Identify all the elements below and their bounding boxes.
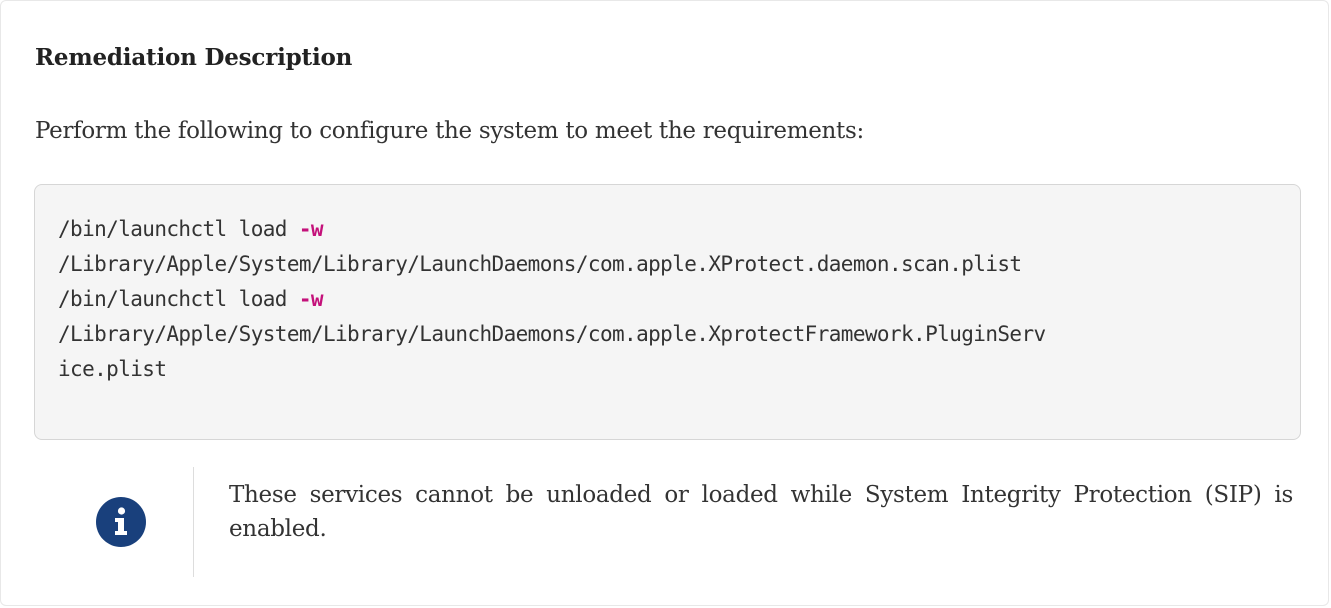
remediation-card: Remediation Description Perform the foll… <box>0 0 1329 606</box>
code-line-5: ice.plist <box>58 357 167 381</box>
code-line-3: /bin/launchctl load -w <box>58 287 324 311</box>
code-block[interactable]: /bin/launchctl load -w /Library/Apple/Sy… <box>34 184 1301 440</box>
flag-text: -w <box>298 287 324 311</box>
command-text: /bin/launchctl load <box>58 287 299 311</box>
info-icon <box>96 497 146 547</box>
admonition-icon-column <box>35 467 193 577</box>
flag-text: -w <box>298 217 324 241</box>
section-heading: Remediation Description <box>35 44 353 71</box>
command-text: /bin/launchctl load <box>58 217 299 241</box>
note-text: These services cannot be unloaded or loa… <box>229 482 1293 542</box>
note-admonition: These services cannot be unloaded or loa… <box>35 467 1301 577</box>
code-content: /bin/launchctl load -w /Library/Apple/Sy… <box>58 212 1046 387</box>
code-line-1: /bin/launchctl load -w <box>58 217 324 241</box>
code-line-2: /Library/Apple/System/Library/LaunchDaem… <box>58 252 1022 276</box>
intro-paragraph: Perform the following to configure the s… <box>35 118 864 144</box>
code-line-4: /Library/Apple/System/Library/LaunchDaem… <box>58 322 1046 346</box>
admonition-divider <box>193 467 194 577</box>
